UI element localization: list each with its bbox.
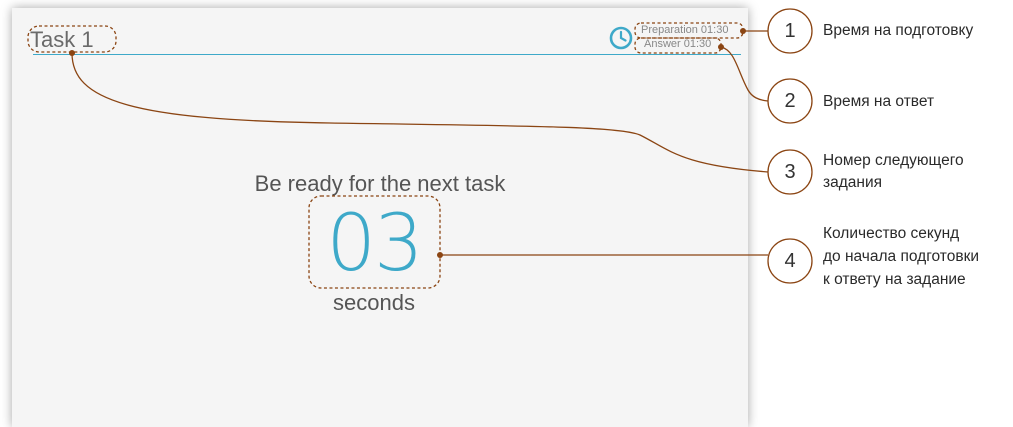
connector-dot-2 [718, 44, 724, 50]
callout-label-3-line1: Номер следующего [823, 152, 964, 169]
callout-number-2: 2 [784, 90, 796, 112]
callout-line-2 [720, 46, 769, 102]
callout-label-2: Время на ответ [823, 93, 935, 110]
highlight-preparation-time [634, 22, 744, 39]
connector-dot-4 [437, 252, 443, 258]
callout-label-4-line1: Количество секунд [823, 225, 960, 242]
callout-label-3-line2: задания [823, 174, 883, 191]
callout-label-4-line2: до начала подготовки [823, 248, 980, 265]
callout-number-1: 1 [784, 20, 796, 42]
annotation-overlay [27, 8, 813, 289]
connector-dot-3 [69, 50, 75, 56]
callout-number-3: 3 [784, 161, 796, 183]
highlight-answer-time [634, 37, 722, 54]
callout-label-1: Время на подготовку [823, 22, 974, 39]
highlight-task-title [27, 25, 117, 53]
callout-line-3 [71, 52, 769, 173]
callout-label-4-line3: к ответу на задание [823, 271, 966, 288]
callout-number-4: 4 [784, 250, 796, 272]
highlight-countdown [308, 195, 441, 289]
connector-dot-1 [740, 28, 746, 34]
